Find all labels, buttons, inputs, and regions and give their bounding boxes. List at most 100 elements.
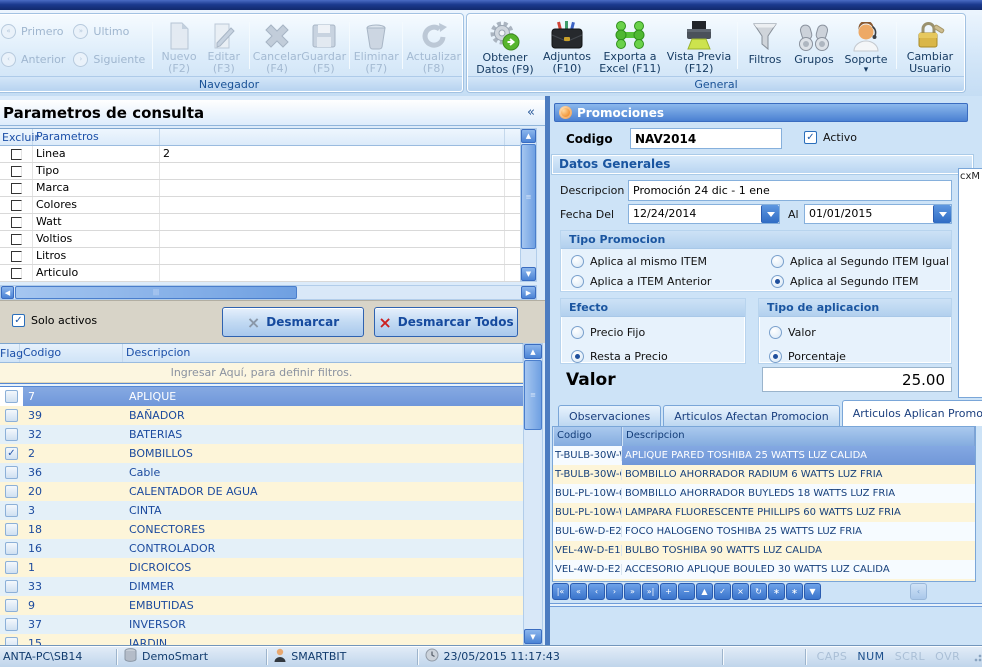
- radio-valor[interactable]: Valor: [769, 323, 951, 341]
- radio-resta-a-precio[interactable]: Resta a Precio: [571, 347, 745, 365]
- linea-row[interactable]: ✓2BOMBILLOS: [0, 444, 523, 463]
- actualizar-button[interactable]: Actualizar(F8): [406, 16, 461, 75]
- flag-checkbox[interactable]: [5, 561, 18, 574]
- radio-aplica-segundo-item[interactable]: Aplica al Segundo ITEM: [771, 272, 951, 290]
- editar-button[interactable]: Editar(F3): [202, 16, 246, 75]
- radio-aplica-mismo-item[interactable]: Aplica al mismo ITEM: [571, 252, 771, 270]
- linea-row[interactable]: 32BATERIAS: [0, 425, 523, 444]
- anterior-button[interactable]: ‹ Anterior: [1, 48, 65, 72]
- excluir-checkbox[interactable]: [11, 149, 22, 160]
- col-parametros[interactable]: Parametros: [33, 129, 160, 145]
- descripcion-input[interactable]: [628, 180, 952, 201]
- articulo-row[interactable]: VEL-4W-D-E27-PACCESORIO APLIQUE BOULED 3…: [553, 560, 975, 579]
- nav-prev-page-button[interactable]: «: [570, 583, 587, 600]
- nav-last-button[interactable]: »|: [642, 583, 659, 600]
- flag-checkbox[interactable]: [5, 390, 18, 403]
- flag-checkbox[interactable]: [5, 599, 18, 612]
- params-horizontal-scrollbar[interactable]: ◀ ||| ▶: [0, 285, 537, 300]
- articulo-row[interactable]: BUL-6W-D-E27FOCO HALOGENO TOSHIBA 25 WAT…: [553, 522, 975, 541]
- activo-checkbox[interactable]: ✓: [804, 131, 817, 144]
- flag-checkbox[interactable]: [5, 504, 18, 517]
- linea-row[interactable]: 20CALENTADOR DE AGUA: [0, 482, 523, 501]
- flag-checkbox[interactable]: [5, 409, 18, 422]
- param-row[interactable]: Colores: [0, 197, 520, 214]
- linea-row[interactable]: 15JARDIN: [0, 634, 523, 645]
- articulo-row[interactable]: BUL-PL-10W-WWLAMPARA FLUORESCENTE PHILLI…: [553, 503, 975, 522]
- nav-first-button[interactable]: |«: [552, 583, 569, 600]
- param-row[interactable]: Watt: [0, 214, 520, 231]
- primero-button[interactable]: « Primero: [1, 20, 65, 44]
- linea-row[interactable]: 33DIMMER: [0, 577, 523, 596]
- linea-row[interactable]: 3CINTA: [0, 501, 523, 520]
- col-flag[interactable]: Flag: [0, 344, 20, 362]
- excluir-checkbox[interactable]: [11, 166, 22, 177]
- col-excluir[interactable]: Excluir: [0, 129, 33, 145]
- scroll-right-icon[interactable]: ▶: [521, 286, 536, 299]
- nav-edit-button[interactable]: ▲: [696, 583, 713, 600]
- linea-row[interactable]: 37INVERSOR: [0, 615, 523, 634]
- nav-post-button[interactable]: ✓: [714, 583, 731, 600]
- ultimo-button[interactable]: » Ultimo: [73, 20, 145, 44]
- exporta-excel-button[interactable]: Exporta aExcel (F11): [596, 16, 664, 75]
- param-row[interactable]: Articulo: [0, 265, 520, 282]
- excluir-checkbox[interactable]: [11, 234, 22, 245]
- scroll-thumb[interactable]: |||: [15, 286, 297, 299]
- flag-checkbox[interactable]: [5, 428, 18, 441]
- linea-row[interactable]: 1DICROICOS: [0, 558, 523, 577]
- tab-observaciones[interactable]: Observaciones: [558, 405, 661, 426]
- radio-aplica-segundo-item-igual[interactable]: Aplica al Segundo ITEM Igual: [771, 252, 951, 270]
- linea-row[interactable]: 16CONTROLADOR: [0, 539, 523, 558]
- scroll-thumb[interactable]: ≡: [521, 144, 536, 249]
- fecha-del-combo[interactable]: 12/24/2014: [628, 204, 780, 224]
- tab-articulos-afectan[interactable]: Articulos Afectan Promocion: [663, 405, 840, 426]
- excluir-checkbox[interactable]: [11, 200, 22, 211]
- param-row[interactable]: Litros: [0, 248, 520, 265]
- articulo-row[interactable]: VEL-4W-D-E14-PBULBO TOSHIBA 90 WATTS LUZ…: [553, 541, 975, 560]
- flag-checkbox[interactable]: [5, 637, 18, 645]
- nav-refresh-button[interactable]: ↻: [750, 583, 767, 600]
- nuevo-button[interactable]: Nuevo(F2): [156, 16, 202, 75]
- adjuntos-button[interactable]: Adjuntos(F10): [538, 16, 596, 75]
- fecha-al-combo[interactable]: 01/01/2015: [804, 204, 952, 224]
- vista-previa-button[interactable]: Vista Previa(F12): [664, 16, 734, 75]
- filter-hint-row[interactable]: Ingresar Aquí, para definir filtros.: [0, 363, 523, 383]
- nav-insert-button[interactable]: +: [660, 583, 677, 600]
- articulo-row[interactable]: T-BULB-30W-WWAPLIQUE PARED TOSHIBA 25 WA…: [553, 446, 975, 465]
- linea-row[interactable]: 9EMBUTIDAS: [0, 596, 523, 615]
- scroll-down-icon[interactable]: ▼: [524, 629, 542, 644]
- linea-row[interactable]: 39BAÑADOR: [0, 406, 523, 425]
- articulo-row[interactable]: T-BULB-30W-CWBOMBILLO AHORRADOR RADIUM 6…: [553, 465, 975, 484]
- nav-prev-button[interactable]: ‹: [588, 583, 605, 600]
- valor-input[interactable]: [762, 367, 952, 392]
- codigo-input[interactable]: [630, 128, 782, 149]
- radio-aplica-item-anterior[interactable]: Aplica a ITEM Anterior: [571, 272, 771, 290]
- nav-goto-bookmark-button[interactable]: ∗: [786, 583, 803, 600]
- tab-articulos-aplican[interactable]: Articulos Aplican Promocion: [842, 400, 982, 426]
- calendar-dropdown-icon[interactable]: [761, 205, 779, 223]
- articulo-row[interactable]: VEL-4W-D-E14-PFOCO HALOGENO GENERAL ELEC…: [553, 579, 975, 582]
- scroll-left-icon[interactable]: ◀: [1, 286, 14, 299]
- eliminar-button[interactable]: Eliminar(F7): [353, 16, 399, 75]
- desmarcar-button[interactable]: × Desmarcar: [222, 307, 364, 337]
- flag-checkbox[interactable]: [5, 485, 18, 498]
- excluir-checkbox[interactable]: [11, 217, 22, 228]
- desmarcar-todos-button[interactable]: × Desmarcar Todos: [374, 307, 518, 337]
- excluir-checkbox[interactable]: [11, 251, 22, 262]
- linea-row[interactable]: 18CONECTORES: [0, 520, 523, 539]
- obtener-datos-button[interactable]: ObtenerDatos (F9): [472, 16, 538, 75]
- excluir-checkbox[interactable]: [11, 268, 22, 279]
- lineas-vertical-scrollbar[interactable]: ▲ ≡ ▼: [523, 343, 543, 645]
- collapse-panel-icon[interactable]: «: [527, 105, 545, 120]
- docked-side-panel[interactable]: cxM: [958, 168, 982, 398]
- grupos-button[interactable]: Grupos: [789, 16, 839, 75]
- param-row[interactable]: Linea2: [0, 146, 520, 163]
- flag-checkbox[interactable]: [5, 523, 18, 536]
- guardar-button[interactable]: Guardar(F5): [301, 16, 346, 75]
- nav-filter-button[interactable]: ▼: [804, 583, 821, 600]
- excluir-checkbox[interactable]: [11, 183, 22, 194]
- params-vertical-scrollbar[interactable]: ▲ ≡ ▼: [520, 128, 537, 282]
- col-codigo[interactable]: Codigo: [553, 427, 622, 446]
- nav-bookmark-button[interactable]: ∗: [768, 583, 785, 600]
- flag-checkbox[interactable]: [5, 542, 18, 555]
- flag-checkbox-checked[interactable]: ✓: [5, 447, 18, 460]
